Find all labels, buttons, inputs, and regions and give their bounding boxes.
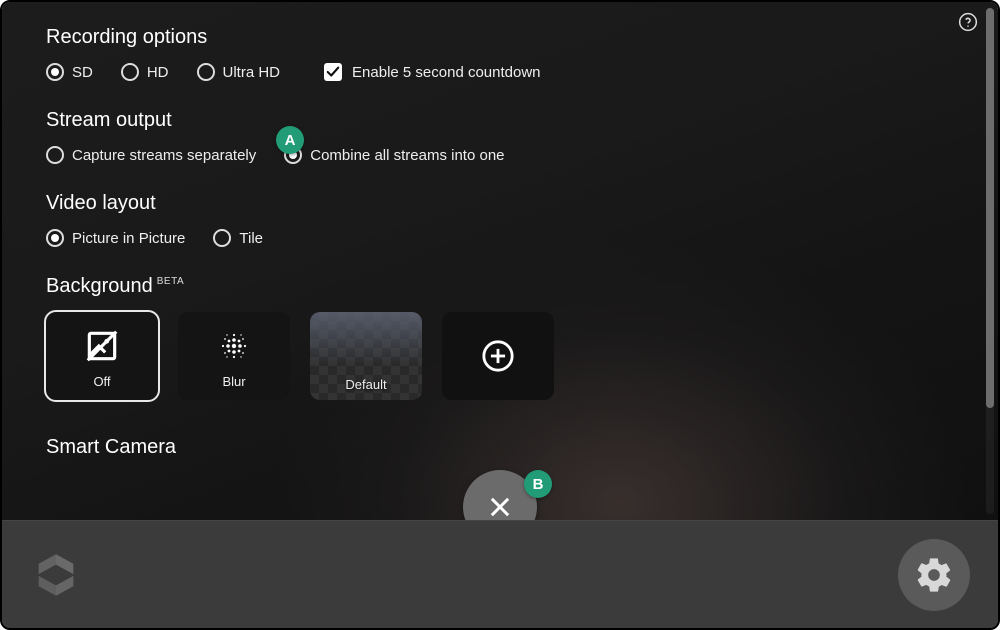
radio-dot-icon: [46, 229, 64, 247]
radio-dot-icon: [197, 63, 215, 81]
capture-separately-label: Capture streams separately: [72, 147, 256, 164]
stream-output-row: Capture streams separately Combine all s…: [46, 146, 954, 164]
tile-label: Tile: [239, 230, 263, 247]
help-circle-icon: [958, 12, 978, 32]
annotation-marker-a: A: [276, 126, 304, 154]
background-blur-label: Blur: [222, 374, 245, 389]
close-icon: [486, 493, 514, 521]
gear-icon: [914, 555, 954, 595]
background-title-text: Background: [46, 275, 153, 297]
radio-dot-icon: [46, 146, 64, 164]
enable-countdown-label: Enable 5 second countdown: [352, 64, 540, 81]
background-options-row: Off: [46, 312, 954, 400]
beta-badge: BETA: [157, 276, 184, 287]
background-off-label: Off: [93, 374, 110, 389]
app-window: Recording options SD HD Ultra HD Enable …: [0, 0, 1000, 630]
tile-radio[interactable]: Tile: [213, 229, 263, 247]
combine-streams-radio[interactable]: Combine all streams into one: [284, 146, 504, 164]
hexagon-logo-icon: [30, 549, 82, 601]
scrollbar-thumb[interactable]: [986, 8, 994, 408]
radio-dot-icon: [121, 63, 139, 81]
recording-ultrahd-label: Ultra HD: [223, 64, 281, 81]
footer-bar: [2, 520, 998, 628]
background-default-card[interactable]: Default: [310, 312, 422, 400]
background-default-label: Default: [345, 377, 386, 392]
plus-circle-icon: [481, 334, 515, 378]
enable-countdown-checkbox[interactable]: Enable 5 second countdown: [324, 63, 540, 81]
pip-radio[interactable]: Picture in Picture: [46, 229, 185, 247]
annotation-marker-b: B: [524, 470, 552, 498]
radio-dot-icon: [213, 229, 231, 247]
background-blur-card[interactable]: Blur: [178, 312, 290, 400]
no-background-icon: [83, 324, 121, 368]
scrollbar-track[interactable]: [986, 8, 994, 514]
background-add-card[interactable]: [442, 312, 554, 400]
app-logo: [30, 549, 82, 601]
smart-camera-heading: Smart Camera: [46, 436, 954, 459]
checkbox-box-icon: [324, 63, 342, 81]
blur-icon: [214, 324, 254, 368]
settings-panel: Recording options SD HD Ultra HD Enable …: [2, 2, 998, 522]
recording-sd-label: SD: [72, 64, 93, 81]
checkmark-icon: [326, 65, 340, 79]
help-button[interactable]: [958, 12, 978, 32]
background-off-card[interactable]: Off: [46, 312, 158, 400]
recording-ultrahd-radio[interactable]: Ultra HD: [197, 63, 281, 81]
recording-sd-radio[interactable]: SD: [46, 63, 93, 81]
recording-options-row: SD HD Ultra HD Enable 5 second countdown: [46, 63, 954, 81]
settings-gear-button[interactable]: [898, 539, 970, 611]
video-layout-row: Picture in Picture Tile: [46, 229, 954, 247]
video-layout-heading: Video layout: [46, 192, 954, 215]
radio-dot-icon: [46, 63, 64, 81]
stream-output-heading: Stream output: [46, 109, 954, 132]
recording-hd-label: HD: [147, 64, 169, 81]
capture-separately-radio[interactable]: Capture streams separately: [46, 146, 256, 164]
recording-options-heading: Recording options: [46, 26, 954, 49]
combine-streams-label: Combine all streams into one: [310, 147, 504, 164]
pip-label: Picture in Picture: [72, 230, 185, 247]
background-heading: Background BETA: [46, 275, 954, 298]
recording-hd-radio[interactable]: HD: [121, 63, 169, 81]
